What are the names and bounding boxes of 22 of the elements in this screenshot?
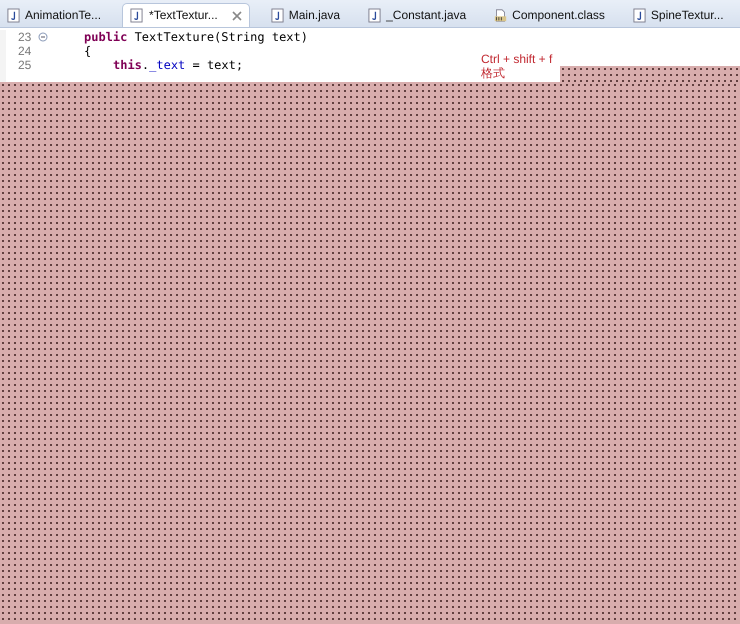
java-file-icon <box>270 8 284 22</box>
editor-tab[interactable]: AnimationTe... <box>0 3 108 27</box>
java-file-icon <box>368 8 382 22</box>
code-line: this._text = text; <box>113 58 244 72</box>
editor-tab[interactable]: _Constant.java <box>361 3 474 27</box>
editor-tab[interactable]: Component.class <box>487 3 612 27</box>
editor-tab[interactable]: *TextTextur... <box>122 3 250 27</box>
line-number: 23 <box>18 30 32 44</box>
annotation-text: Ctrl + shift + f <box>481 52 552 66</box>
annotation-text: 格式 <box>481 66 505 80</box>
close-icon[interactable] <box>232 10 242 20</box>
java-file-icon <box>7 8 20 22</box>
java-file-icon <box>130 8 144 23</box>
editor-tab[interactable]: SpineTextur... <box>626 3 731 27</box>
editor-tab[interactable]: Main.java <box>264 3 348 27</box>
collapse-icon[interactable] <box>38 32 48 42</box>
code-line: public TextTexture(String text) <box>84 30 308 44</box>
code-line: { <box>84 44 92 58</box>
java-file-icon <box>632 8 646 22</box>
line-number: 25 <box>18 58 32 72</box>
binary-file-icon <box>494 8 508 22</box>
line-number: 24 <box>18 44 32 58</box>
